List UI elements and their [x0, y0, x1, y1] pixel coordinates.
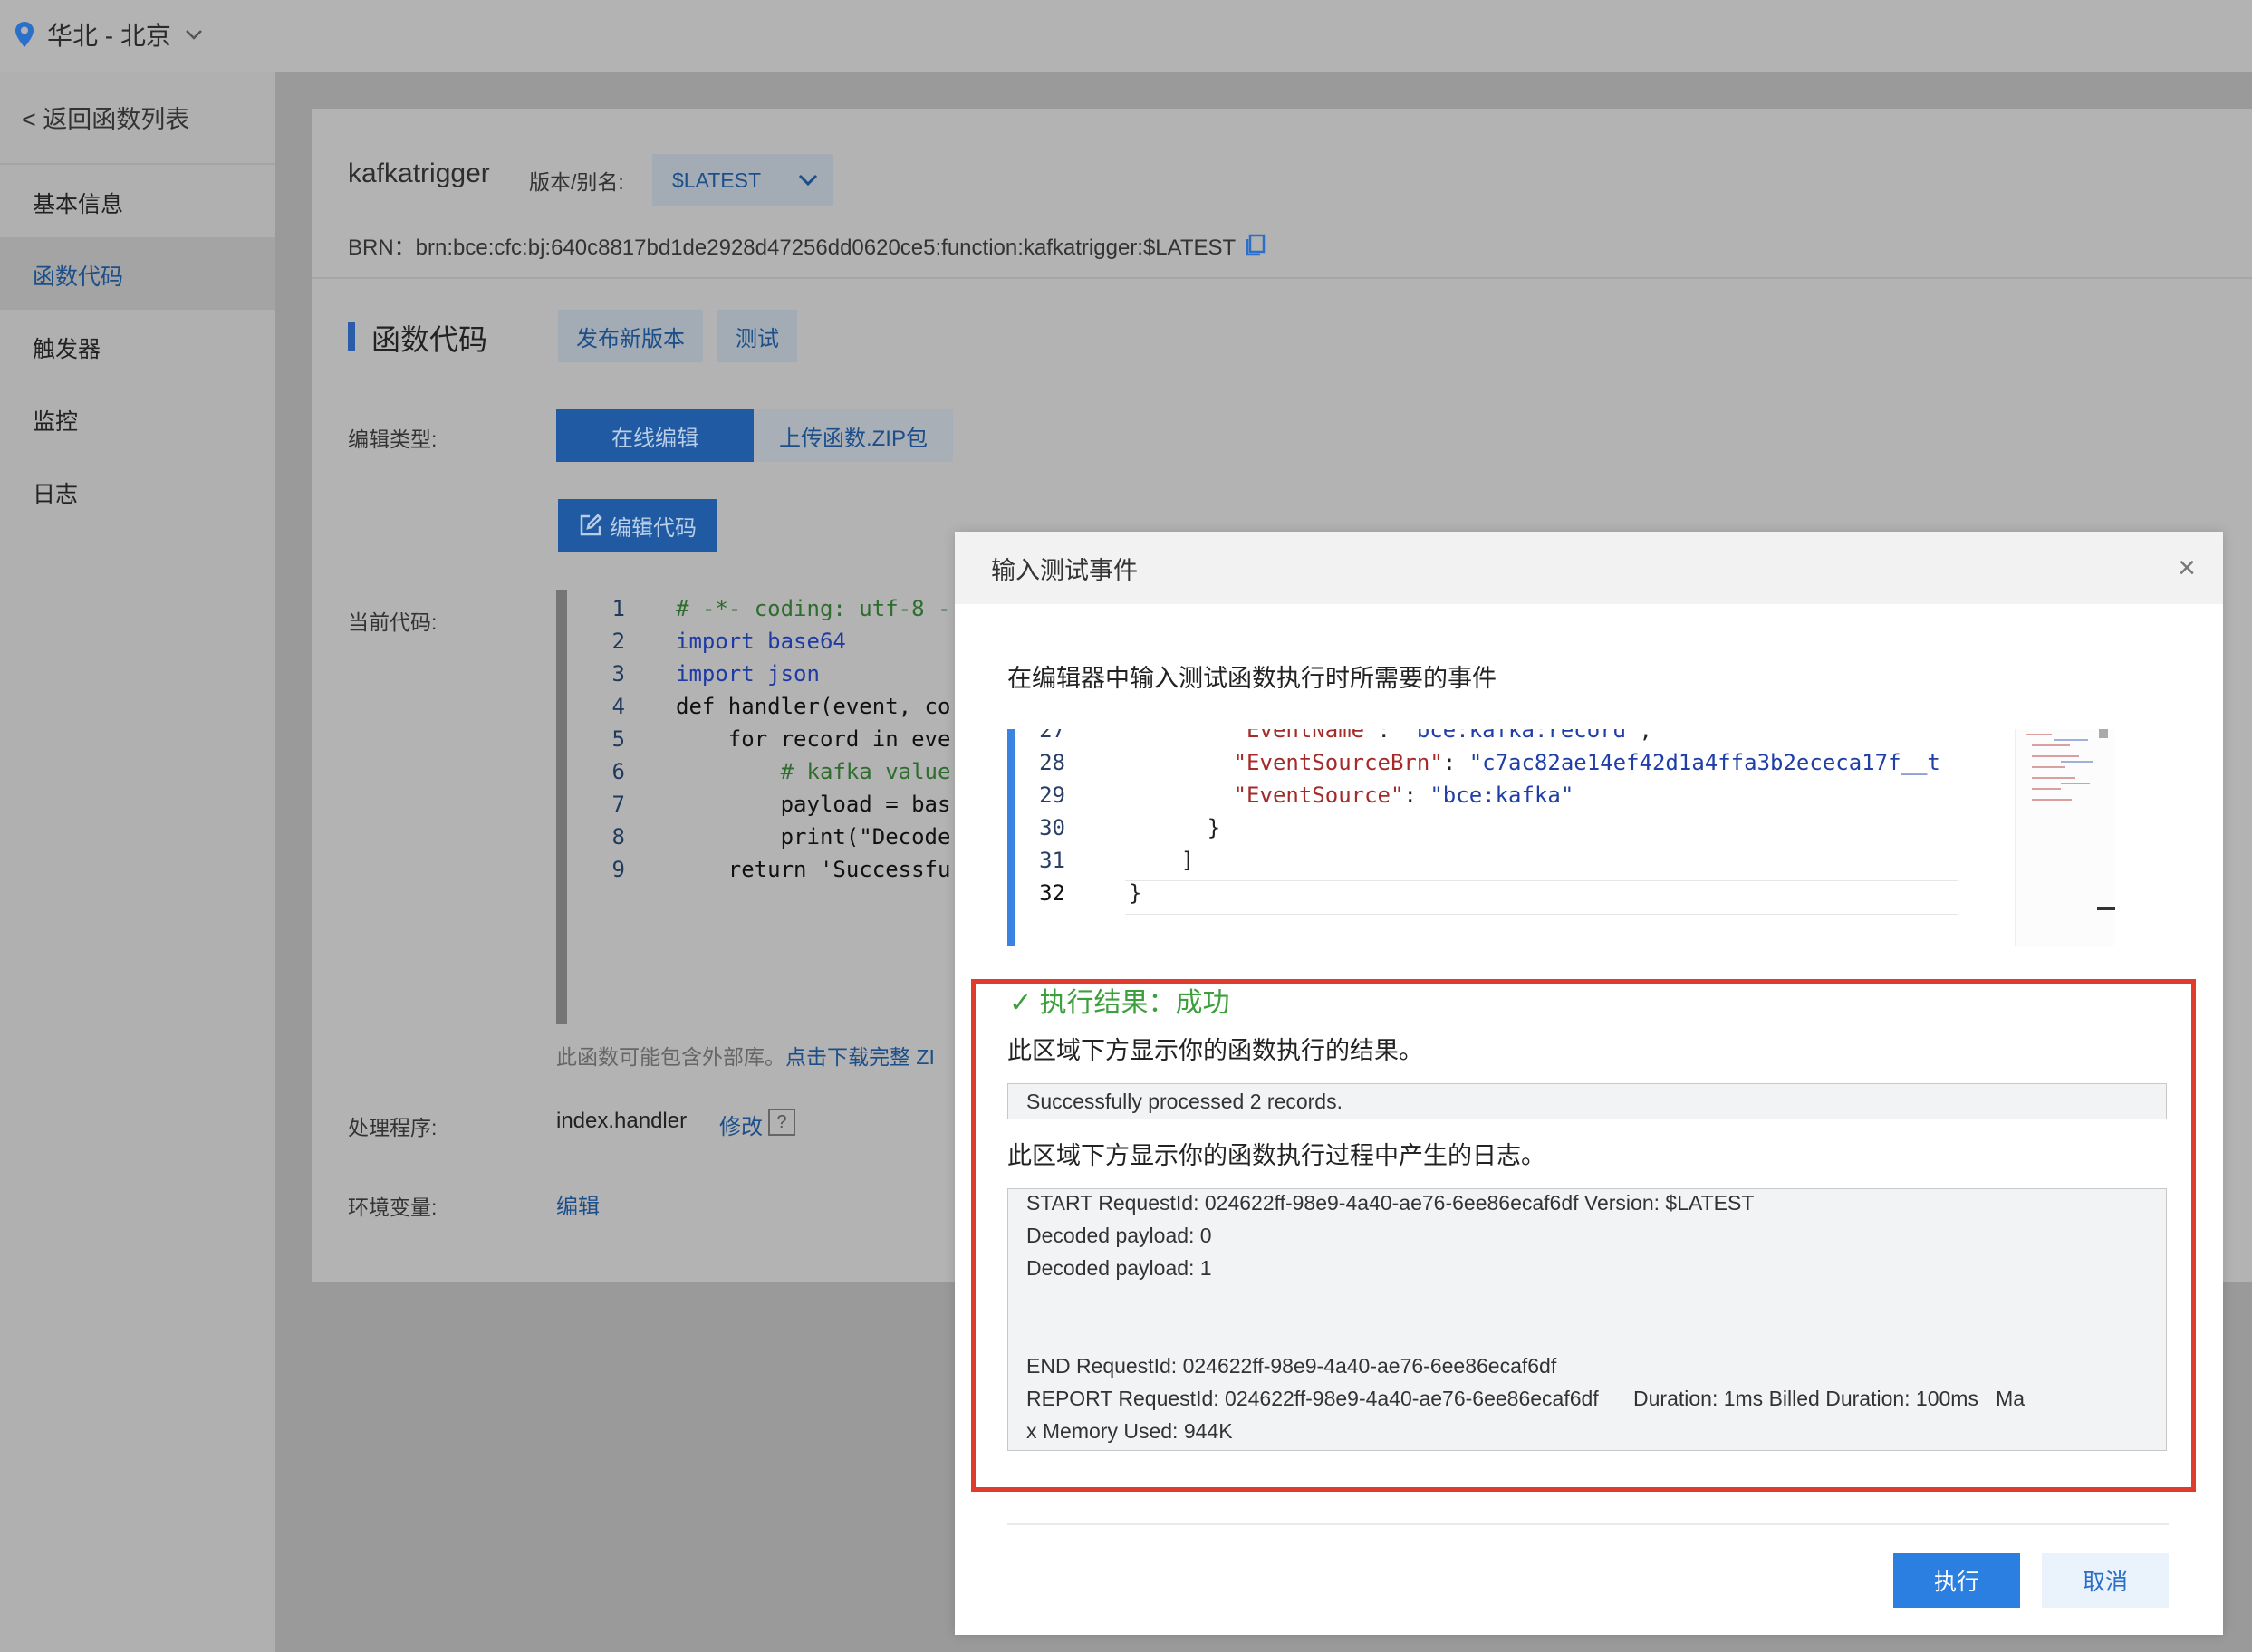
code-line: return 'Successfu	[676, 857, 951, 882]
edit-icon	[580, 514, 602, 536]
code-line: # -*- coding: utf-8 -	[676, 596, 951, 621]
chevron-down-icon	[186, 30, 202, 40]
region-selector[interactable]: 华北 - 北京	[14, 11, 204, 58]
external-libs-note: 此函数可能包含外部库。点击下载完整 ZI	[556, 1040, 935, 1071]
code-line: def handler(event, co	[676, 694, 951, 719]
log-line: Decoded payload: 1	[1026, 1256, 1212, 1280]
line-number: 7	[611, 792, 625, 817]
modal-header: 输入测试事件	[955, 532, 2223, 604]
env-vars-edit-link[interactable]: 编辑	[556, 1188, 600, 1220]
line-number: 9	[611, 857, 625, 882]
editor-gutter-bar	[1007, 729, 1015, 946]
log-line: REPORT RequestId: 024622ff-98e9-4a40-ae7…	[1026, 1387, 2026, 1410]
code-line: import json	[676, 661, 820, 687]
line-number: 5	[611, 726, 625, 752]
region-label: 华北 - 北京	[47, 22, 171, 50]
edit-code-button[interactable]: 编辑代码	[558, 499, 717, 552]
version-dropdown[interactable]: $LATEST	[652, 154, 833, 206]
line-number: 29	[1039, 783, 1065, 808]
test-button[interactable]: 测试	[717, 310, 797, 362]
log-line: x Memory Used: 944K	[1026, 1419, 1233, 1443]
line-number: 6	[611, 759, 625, 784]
version-label: 版本/别名:	[529, 170, 624, 194]
editor-minimap[interactable]	[2015, 729, 2124, 946]
download-zip-link[interactable]: 点击下载完整 ZI	[785, 1045, 935, 1069]
log-line: Decoded payload: 0	[1026, 1224, 1212, 1247]
handler-edit-link[interactable]: 修改	[719, 1109, 763, 1140]
event-editor[interactable]: 27 "EventName": "bce:kafka:record", 28 "…	[1007, 729, 2185, 946]
code-line: payload = bas	[676, 792, 951, 817]
sidebar-item-basic-info[interactable]: 基本信息	[33, 187, 123, 219]
line-number: 30	[1039, 815, 1065, 840]
line-number: 28	[1039, 750, 1065, 775]
line-number: 4	[611, 694, 625, 719]
note-text: 此函数可能包含外部库。	[556, 1045, 785, 1069]
sidebar-item-triggers[interactable]: 触发器	[33, 331, 101, 364]
result-output-label: 此区域下方显示你的函数执行的结果。	[1007, 1037, 1423, 1064]
result-status: ✓ 执行结果：成功	[1009, 988, 1230, 1018]
tab-online-edit[interactable]: 在线编辑	[556, 409, 754, 462]
test-event-modal: 输入测试事件 × 在编辑器中输入测试函数执行时所需要的事件 27 "EventN…	[955, 532, 2223, 1635]
copy-icon[interactable]	[1245, 234, 1266, 257]
editor-lines: 27 "EventName": "bce:kafka:record", 28 "…	[1020, 729, 1940, 909]
modal-description: 在编辑器中输入测试函数执行时所需要的事件	[1007, 665, 1497, 692]
function-name: kafkatrigger	[348, 158, 490, 188]
chevron-down-icon	[798, 174, 818, 187]
line-number: 8	[611, 824, 625, 850]
publish-version-button[interactable]: 发布新版本	[558, 310, 703, 362]
edit-code-label: 编辑代码	[610, 515, 697, 541]
section-title: 函数代码	[371, 323, 488, 356]
brn-text: BRN：brn:bce:cfc:bj:640c8817bd1de2928d472…	[348, 235, 1237, 260]
code-scrollbar[interactable]	[556, 590, 567, 1024]
handler-value: index.handler	[556, 1109, 688, 1133]
code-lines: 1 # -*- coding: utf-8 - 2 import base64 3 i…	[580, 592, 951, 886]
brn-line: BRN：brn:bce:cfc:bj:640c8817bd1de2928d472…	[348, 229, 1266, 261]
env-vars-label: 环境变量:	[348, 1196, 438, 1219]
code-line: for record in eve	[676, 726, 951, 752]
current-code-label: 当前代码:	[348, 610, 438, 634]
line-number: 32	[1039, 880, 1065, 906]
location-pin-icon	[15, 22, 34, 47]
log-output[interactable]: START RequestId: 024622ff-98e9-4a40-ae76…	[1007, 1188, 2167, 1451]
log-output-label: 此区域下方显示你的函数执行过程中产生的日志。	[1007, 1142, 1545, 1169]
code-line: print("Decode	[676, 824, 951, 850]
tab-upload-zip[interactable]: 上传函数.ZIP包	[754, 409, 953, 462]
help-icon[interactable]: ?	[768, 1109, 795, 1136]
log-line: END RequestId: 024622ff-98e9-4a40-ae76-6…	[1026, 1354, 1557, 1378]
version-value: $LATEST	[672, 168, 761, 192]
cancel-button[interactable]: 取消	[2042, 1553, 2169, 1608]
sidebar-item-function-code[interactable]: 函数代码	[33, 259, 123, 292]
log-line: START RequestId: 024622ff-98e9-4a40-ae76…	[1026, 1191, 1755, 1215]
result-output: Successfully processed 2 records.	[1007, 1083, 2167, 1119]
modal-title: 输入测试事件	[991, 556, 1138, 584]
sidebar-item-logs[interactable]: 日志	[33, 476, 78, 509]
header-divider	[312, 277, 2252, 279]
modal-footer-divider	[1007, 1523, 2169, 1525]
line-number: 1	[611, 596, 625, 621]
sidebar-divider	[0, 163, 275, 165]
code-line: import base64	[676, 629, 846, 654]
run-button[interactable]: 执行	[1893, 1553, 2020, 1608]
sidebar-item-monitoring[interactable]: 监控	[33, 404, 78, 437]
line-number: 27	[1039, 729, 1065, 743]
line-number: 31	[1039, 848, 1065, 873]
section-marker	[348, 322, 355, 351]
edit-type-label: 编辑类型:	[348, 427, 438, 451]
handler-label: 处理程序:	[348, 1116, 438, 1139]
top-bar	[0, 0, 2252, 72]
code-line: # kafka value	[676, 759, 951, 784]
line-number: 3	[611, 661, 625, 687]
back-to-list-link[interactable]: < 返回函数列表	[22, 100, 189, 135]
close-icon[interactable]: ×	[2167, 548, 2207, 588]
line-number: 2	[611, 629, 625, 654]
